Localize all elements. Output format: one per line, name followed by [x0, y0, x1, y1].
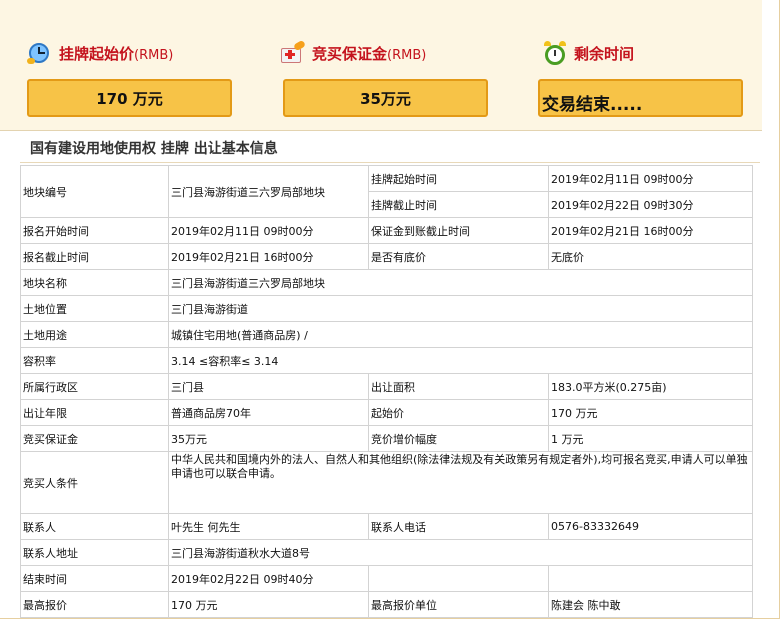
table-row: 地块名称 三门县海游街道三六罗局部地块 [20, 269, 753, 296]
field-value: 三门县海游街道 [168, 295, 753, 322]
field-label: 竞买人条件 [20, 451, 169, 514]
remaining-label: 剩余时间 [574, 44, 635, 63]
medicine-kit-icon [280, 39, 307, 66]
field-label: 竞价增价幅度 [368, 425, 549, 452]
field-value: 叶先生 何先生 [168, 513, 369, 540]
field-value: 无底价 [548, 243, 753, 270]
field-value: 0576-83332649 [548, 513, 753, 540]
field-value: 三门县海游街道三六罗局部地块 [168, 269, 753, 296]
table-row: 竞买保证金 35万元 竞价增价幅度 1 万元 [20, 425, 753, 452]
table-row: 土地位置 三门县海游街道 [20, 295, 753, 322]
field-value: 2019年02月21日 16时00分 [168, 243, 369, 270]
alarm-clock-icon [542, 40, 568, 66]
field-label: 报名截止时间 [20, 243, 169, 270]
deposit-label: 竞买保证金(RMB) [312, 44, 427, 63]
table-row: 所属行政区 三门县 出让面积 183.0平方米(0.275亩) [20, 373, 753, 400]
field-label: 地块名称 [20, 269, 169, 296]
section-title: 国有建设用地使用权 挂牌 出让基本信息 [30, 141, 278, 157]
start-price-label: 挂牌起始价(RMB) [59, 44, 174, 63]
clock-icon [27, 40, 53, 66]
table-row: 地块编号 三门县海游街道三六罗局部地块 挂牌起始时间 2019年02月11日 0… [20, 165, 753, 218]
field-label: 结束时间 [20, 565, 169, 592]
field-label: 最高报价单位 [368, 591, 549, 618]
start-price-header: 挂牌起始价(RMB) [27, 38, 173, 68]
page-frame: 挂牌起始价(RMB) 170 万元 竞买保证金(RMB) 35万元 剩余时间 交… [0, 0, 780, 619]
field-value: 2019年02月22日 09时40分 [168, 565, 369, 592]
summary-panel: 挂牌起始价(RMB) 170 万元 竞买保证金(RMB) 35万元 剩余时间 交… [0, 0, 762, 131]
deposit-value: 35万元 [283, 79, 488, 117]
divider [20, 162, 760, 163]
start-price-unit: (RMB) [134, 47, 174, 63]
field-label: 竞买保证金 [20, 425, 169, 452]
field-value: 3.14 ≤容积率≤ 3.14 [168, 347, 753, 374]
deposit-unit: (RMB) [387, 47, 427, 63]
field-label: 联系人 [20, 513, 169, 540]
field-label: 最高报价 [20, 591, 169, 618]
field-label: 土地用途 [20, 321, 169, 348]
field-value: 35万元 [168, 425, 369, 452]
field-value: 三门县海游街道三六罗局部地块 [168, 165, 369, 218]
field-label: 地块编号 [20, 165, 169, 218]
field-label: 挂牌起始时间 [368, 165, 549, 192]
start-price-value: 170 万元 [27, 79, 232, 117]
table-row: 结束时间 2019年02月22日 09时40分 [20, 565, 753, 592]
empty-cell [548, 565, 753, 592]
remaining-value: 交易结束..... [538, 79, 743, 117]
field-value: 城镇住宅用地(普通商品房) / [168, 321, 753, 348]
field-value: 2019年02月11日 09时00分 [168, 217, 369, 244]
table-row: 土地用途 城镇住宅用地(普通商品房) / [20, 321, 753, 348]
field-value: 中华人民共和国境内外的法人、自然人和其他组织(除法律法规及有关政策另有规定者外)… [168, 451, 753, 514]
field-label: 报名开始时间 [20, 217, 169, 244]
table-row: 联系人 叶先生 何先生 联系人电话 0576-83332649 [20, 513, 753, 540]
field-label: 保证金到账截止时间 [368, 217, 549, 244]
field-label: 起始价 [368, 399, 549, 426]
field-value: 2019年02月11日 09时00分 [548, 165, 753, 192]
info-table: 地块编号 三门县海游街道三六罗局部地块 挂牌起始时间 2019年02月11日 0… [20, 165, 753, 618]
field-value: 170 万元 [168, 591, 369, 618]
field-label: 出让面积 [368, 373, 549, 400]
field-value: 三门县海游街道秋水大道8号 [168, 539, 753, 566]
field-value: 170 万元 [548, 399, 753, 426]
table-row: 报名开始时间 2019年02月11日 09时00分 保证金到账截止时间 2019… [20, 217, 753, 244]
field-label: 容积率 [20, 347, 169, 374]
field-label: 是否有底价 [368, 243, 549, 270]
field-label: 挂牌截止时间 [368, 191, 549, 218]
field-value: 普通商品房70年 [168, 399, 369, 426]
field-value: 2019年02月21日 16时00分 [548, 217, 753, 244]
table-row: 联系人地址 三门县海游街道秋水大道8号 [20, 539, 753, 566]
table-row: 竞买人条件 中华人民共和国境内外的法人、自然人和其他组织(除法律法规及有关政策另… [20, 451, 753, 514]
field-label: 联系人电话 [368, 513, 549, 540]
field-label: 所属行政区 [20, 373, 169, 400]
field-value: 183.0平方米(0.275亩) [548, 373, 753, 400]
field-value: 2019年02月22日 09时30分 [548, 191, 753, 218]
table-row: 容积率 3.14 ≤容积率≤ 3.14 [20, 347, 753, 374]
table-row: 最高报价 170 万元 最高报价单位 陈建会 陈中敢 [20, 591, 753, 618]
field-label: 出让年限 [20, 399, 169, 426]
remaining-header: 剩余时间 [542, 38, 634, 68]
deposit-header: 竞买保证金(RMB) [280, 38, 426, 68]
field-value: 三门县 [168, 373, 369, 400]
field-value: 1 万元 [548, 425, 753, 452]
field-value: 陈建会 陈中敢 [548, 591, 753, 618]
table-row: 出让年限 普通商品房70年 起始价 170 万元 [20, 399, 753, 426]
table-row: 报名截止时间 2019年02月21日 16时00分 是否有底价 无底价 [20, 243, 753, 270]
field-label: 土地位置 [20, 295, 169, 322]
empty-cell [368, 565, 549, 592]
field-label: 联系人地址 [20, 539, 169, 566]
